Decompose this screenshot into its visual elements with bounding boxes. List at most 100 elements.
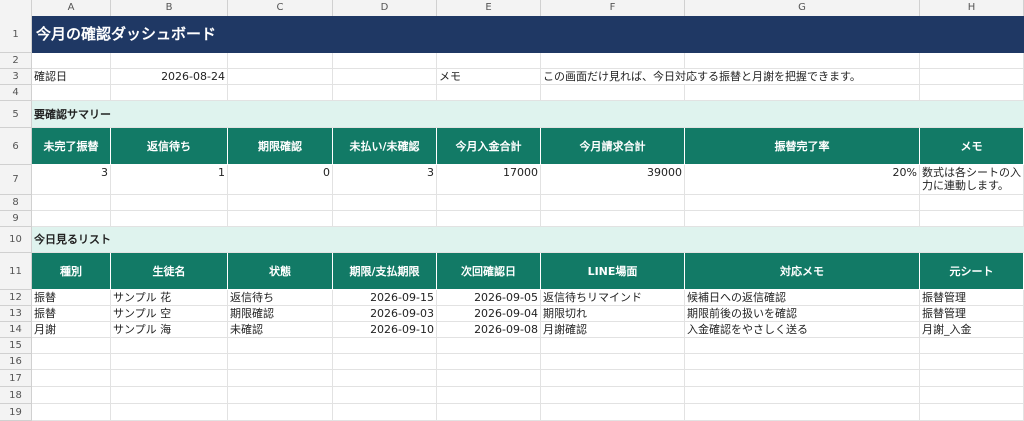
cell-empty[interactable] bbox=[541, 404, 685, 421]
summary-header[interactable]: 振替完了率 bbox=[685, 128, 920, 165]
cell-empty[interactable] bbox=[685, 387, 920, 404]
check-date-label[interactable]: 確認日 bbox=[32, 69, 111, 85]
cell-empty[interactable] bbox=[333, 69, 437, 85]
list-cell[interactable]: 2026-09-05 bbox=[437, 290, 541, 306]
row-header-5[interactable]: 5 bbox=[0, 101, 32, 128]
cell-empty[interactable] bbox=[541, 387, 685, 404]
row-header-9[interactable]: 9 bbox=[0, 211, 32, 227]
list-cell[interactable]: 2026-09-08 bbox=[437, 322, 541, 338]
cell-empty[interactable] bbox=[32, 338, 111, 354]
list-header[interactable]: 生徒名 bbox=[111, 253, 228, 290]
cell-empty[interactable] bbox=[111, 387, 228, 404]
list-cell[interactable]: 月謝_入金 bbox=[920, 322, 1024, 338]
cell-empty[interactable] bbox=[333, 387, 437, 404]
summary-header[interactable]: 期限確認 bbox=[228, 128, 333, 165]
summary-memo-value[interactable]: 数式は各シートの入力に連動します。 bbox=[920, 165, 1024, 195]
cell-empty[interactable] bbox=[32, 370, 111, 387]
summary-header[interactable]: メモ bbox=[920, 128, 1024, 165]
cell-empty[interactable] bbox=[111, 338, 228, 354]
list-cell[interactable]: 振替 bbox=[32, 306, 111, 322]
summary-value[interactable]: 17000 bbox=[437, 165, 541, 195]
cell-empty[interactable] bbox=[228, 211, 333, 227]
cell-empty[interactable] bbox=[685, 354, 920, 370]
column-header-a[interactable]: A bbox=[32, 0, 111, 16]
cell-empty[interactable] bbox=[111, 85, 228, 101]
cell-empty[interactable] bbox=[920, 53, 1024, 69]
cell-empty[interactable] bbox=[32, 195, 111, 211]
summary-header[interactable]: 未完了振替 bbox=[32, 128, 111, 165]
list-cell[interactable]: 入金確認をやさしく送る bbox=[685, 322, 920, 338]
list-header[interactable]: LINE場面 bbox=[541, 253, 685, 290]
list-cell[interactable]: 期限前後の扱いを確認 bbox=[685, 306, 920, 322]
row-header-17[interactable]: 17 bbox=[0, 370, 32, 387]
cell-empty[interactable] bbox=[228, 370, 333, 387]
cell-empty[interactable] bbox=[685, 85, 920, 101]
today-list-section-title[interactable]: 今日見るリスト bbox=[32, 227, 1024, 253]
summary-value[interactable]: 3 bbox=[333, 165, 437, 195]
summary-value[interactable]: 0 bbox=[228, 165, 333, 195]
cell-empty[interactable] bbox=[541, 85, 685, 101]
list-cell[interactable]: 返信待ち bbox=[228, 290, 333, 306]
cell-empty[interactable] bbox=[685, 404, 920, 421]
cell-empty[interactable] bbox=[920, 404, 1024, 421]
cell-empty[interactable] bbox=[32, 53, 111, 69]
summary-header[interactable]: 今月入金合計 bbox=[437, 128, 541, 165]
list-header[interactable]: 状態 bbox=[228, 253, 333, 290]
cell-empty[interactable] bbox=[228, 195, 333, 211]
list-header[interactable]: 元シート bbox=[920, 253, 1024, 290]
list-cell[interactable]: 振替 bbox=[32, 290, 111, 306]
list-cell[interactable]: サンプル 花 bbox=[111, 290, 228, 306]
row-header-8[interactable]: 8 bbox=[0, 195, 32, 211]
cell-empty[interactable] bbox=[920, 338, 1024, 354]
cell-empty[interactable] bbox=[333, 370, 437, 387]
row-header-15[interactable]: 15 bbox=[0, 338, 32, 354]
row-header-2[interactable]: 2 bbox=[0, 53, 32, 69]
check-date-value[interactable]: 2026-08-24 bbox=[111, 69, 228, 85]
cell-empty[interactable] bbox=[111, 195, 228, 211]
list-cell[interactable]: 候補日への返信確認 bbox=[685, 290, 920, 306]
cell-empty[interactable] bbox=[333, 211, 437, 227]
column-header-g[interactable]: G bbox=[685, 0, 920, 16]
cell-empty[interactable] bbox=[541, 370, 685, 387]
row-header-14[interactable]: 14 bbox=[0, 322, 32, 338]
cell-empty[interactable] bbox=[228, 69, 333, 85]
list-cell[interactable]: 2026-09-03 bbox=[333, 306, 437, 322]
cell-empty[interactable] bbox=[920, 387, 1024, 404]
cell-empty[interactable] bbox=[685, 338, 920, 354]
row-header-1[interactable]: 1 bbox=[0, 16, 32, 53]
memo-label[interactable]: メモ bbox=[437, 69, 541, 85]
cell-empty[interactable] bbox=[333, 354, 437, 370]
list-header[interactable]: 次回確認日 bbox=[437, 253, 541, 290]
cell-empty[interactable] bbox=[437, 370, 541, 387]
row-header-6[interactable]: 6 bbox=[0, 128, 32, 165]
list-cell[interactable]: 月謝確認 bbox=[541, 322, 685, 338]
row-header-10[interactable]: 10 bbox=[0, 227, 32, 253]
column-header-h[interactable]: H bbox=[920, 0, 1024, 16]
row-header-16[interactable]: 16 bbox=[0, 354, 32, 370]
cell-empty[interactable] bbox=[437, 404, 541, 421]
list-cell[interactable]: 月謝 bbox=[32, 322, 111, 338]
row-header-18[interactable]: 18 bbox=[0, 387, 32, 404]
column-header-c[interactable]: C bbox=[228, 0, 333, 16]
cell-empty[interactable] bbox=[437, 195, 541, 211]
cell-empty[interactable] bbox=[228, 53, 333, 69]
cell-empty[interactable] bbox=[333, 53, 437, 69]
summary-section-title[interactable]: 要確認サマリー bbox=[32, 101, 1024, 128]
list-cell[interactable]: 2026-09-10 bbox=[333, 322, 437, 338]
cell-empty[interactable] bbox=[437, 338, 541, 354]
list-cell[interactable]: サンプル 海 bbox=[111, 322, 228, 338]
cell-empty[interactable] bbox=[32, 211, 111, 227]
summary-value[interactable]: 39000 bbox=[541, 165, 685, 195]
list-header[interactable]: 期限/支払期限 bbox=[333, 253, 437, 290]
cell-empty[interactable] bbox=[111, 354, 228, 370]
cell-empty[interactable] bbox=[333, 338, 437, 354]
cell-empty[interactable] bbox=[228, 85, 333, 101]
cell-empty[interactable] bbox=[920, 211, 1024, 227]
cell-empty[interactable] bbox=[228, 387, 333, 404]
summary-value[interactable]: 1 bbox=[111, 165, 228, 195]
list-cell[interactable]: 返信待ちリマインド bbox=[541, 290, 685, 306]
column-header-e[interactable]: E bbox=[437, 0, 541, 16]
cell-empty[interactable] bbox=[111, 370, 228, 387]
cell-empty[interactable] bbox=[685, 211, 920, 227]
cell-empty[interactable] bbox=[333, 195, 437, 211]
